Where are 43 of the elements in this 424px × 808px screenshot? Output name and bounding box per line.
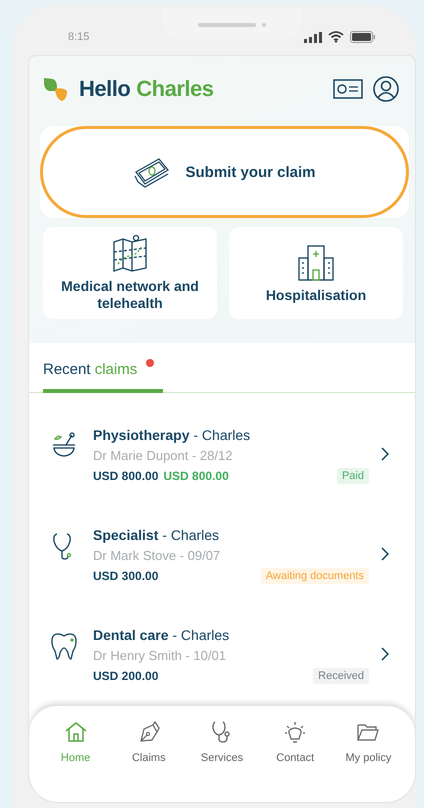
claim-amount: USD 300.00 bbox=[93, 569, 158, 583]
banknotes-icon bbox=[133, 156, 172, 188]
stethoscope-icon bbox=[212, 721, 230, 743]
tab[interactable]: Recent claims bbox=[43, 361, 163, 393]
claim-doctor-date: Dr Marie Dupont - 28/12 bbox=[93, 448, 234, 463]
status-badge: Awaiting documents bbox=[260, 568, 369, 584]
mortar-pestle-icon bbox=[51, 431, 77, 459]
pen-icon bbox=[140, 720, 160, 742]
nav-tab[interactable]: Contact bbox=[258, 720, 332, 770]
lightbulb-icon bbox=[284, 721, 306, 743]
claim-title: Dental care - Charles bbox=[93, 627, 230, 643]
folder-icon bbox=[358, 724, 380, 741]
claim-title: Physiotherapy - Charles bbox=[93, 427, 252, 443]
claim-doctor-date: Dr Mark Stove - 09/07 bbox=[93, 548, 222, 563]
nav-tab[interactable]: My policy bbox=[332, 720, 406, 770]
submit-claim-button[interactable]: Submit your claim bbox=[40, 126, 409, 218]
user-name: Charles bbox=[136, 76, 214, 102]
service-tile[interactable]: Hospitalisation bbox=[229, 227, 403, 319]
nav-tab[interactable]: Services bbox=[185, 720, 259, 770]
id-card-icon[interactable] bbox=[333, 79, 363, 99]
status-badge: Paid bbox=[336, 468, 369, 484]
chevron-right-icon[interactable] bbox=[381, 647, 389, 661]
greeting-text: Hello bbox=[79, 76, 130, 102]
signal-icon bbox=[304, 32, 322, 42]
nav-tab[interactable]: Claims bbox=[112, 720, 186, 770]
chevron-right-icon[interactable] bbox=[381, 447, 389, 461]
nav-tab[interactable]: Home bbox=[39, 720, 112, 770]
claim-title: Specialist - Charles bbox=[93, 527, 220, 543]
leaf-logo-icon bbox=[43, 77, 69, 101]
hospital-icon bbox=[296, 242, 336, 282]
claim-doctor-date: Dr Henry Smith - 10/01 bbox=[93, 648, 227, 663]
wifi-icon bbox=[328, 31, 344, 43]
profile-icon[interactable] bbox=[373, 76, 399, 102]
reimbursed-amount: USD 800.00 bbox=[163, 469, 229, 483]
battery-icon bbox=[350, 31, 376, 43]
claim-amount: USD 800.00 bbox=[93, 469, 158, 483]
status-time: 8:15 bbox=[68, 31, 90, 43]
chevron-right-icon[interactable] bbox=[381, 547, 389, 561]
status-badge: Received bbox=[313, 668, 369, 684]
home-icon bbox=[64, 722, 86, 742]
tooth-icon bbox=[50, 631, 78, 661]
service-tile[interactable]: Medical network and telehealth bbox=[43, 227, 217, 319]
claim-amount: USD 200.00 bbox=[93, 669, 158, 683]
